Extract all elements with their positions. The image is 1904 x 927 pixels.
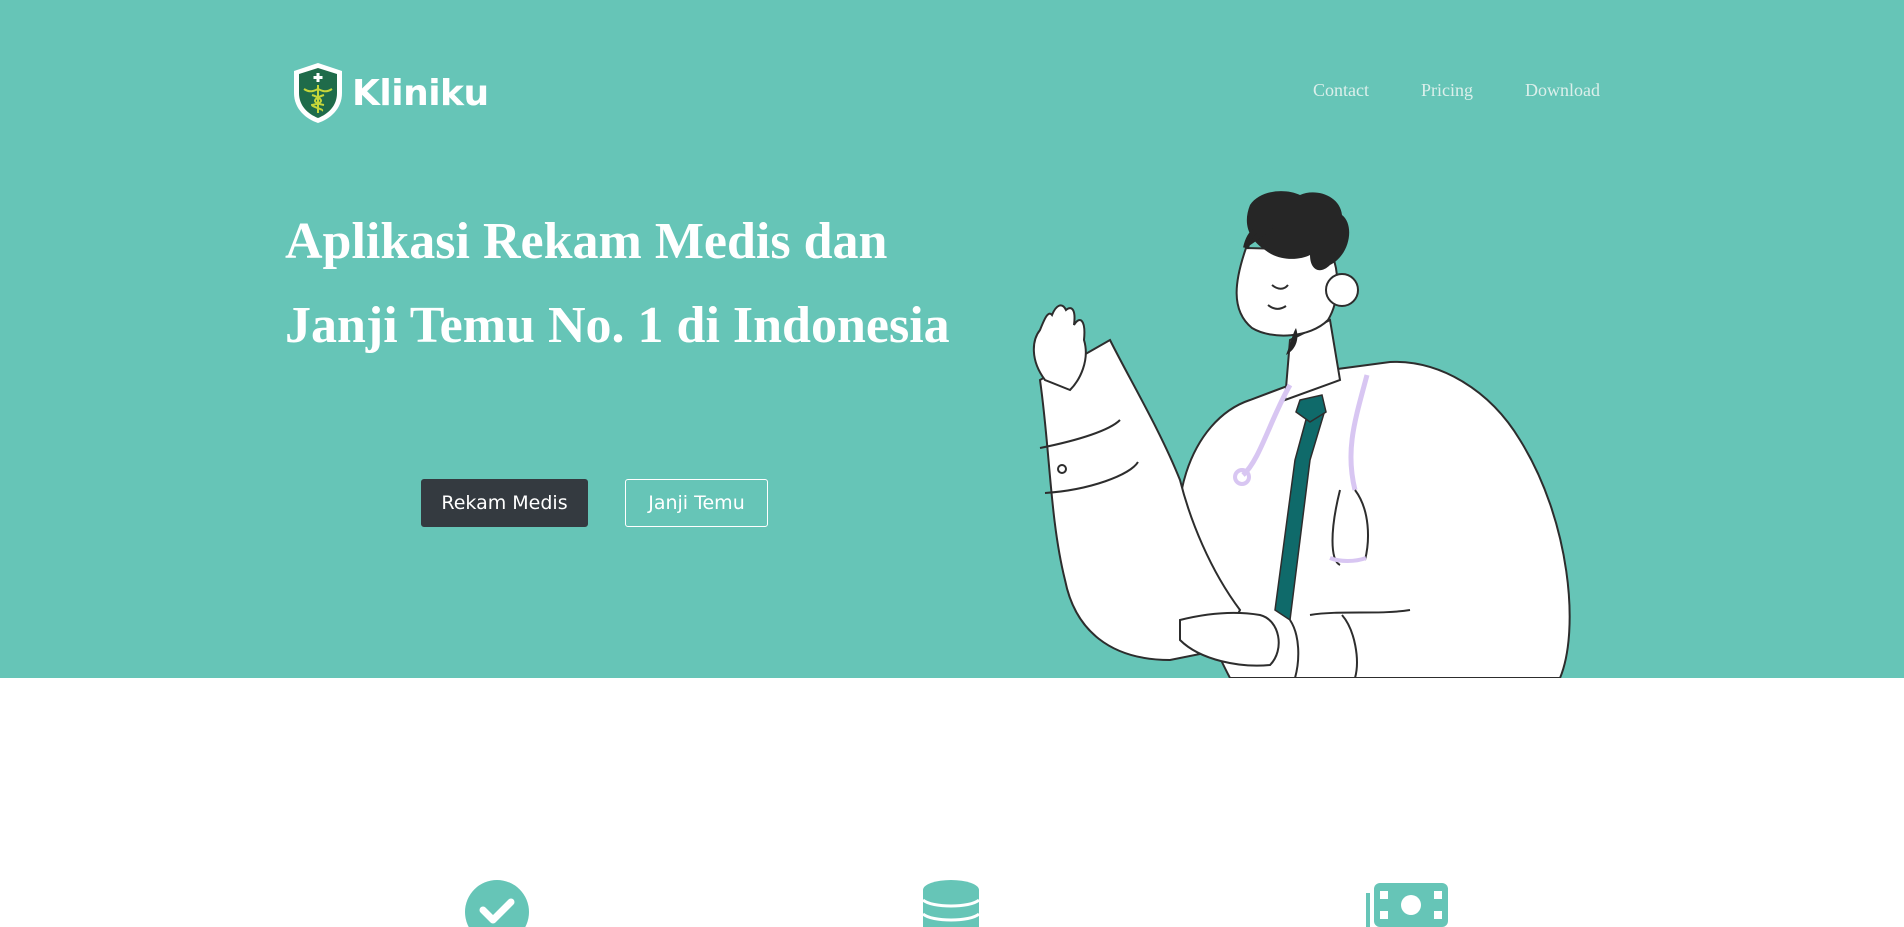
brand-name: Kliniku [352, 72, 489, 114]
rekam-medis-button[interactable]: Rekam Medis [421, 479, 588, 527]
nav-link-download[interactable]: Download [1525, 80, 1600, 101]
janji-temu-button[interactable]: Janji Temu [625, 479, 768, 527]
nav-links: Contact Pricing Download [1313, 80, 1600, 101]
caduceus-shield-icon [294, 63, 342, 123]
money-bill-icon [1366, 883, 1448, 927]
nav-link-pricing[interactable]: Pricing [1421, 80, 1473, 101]
hero-section: Kliniku Contact Pricing Download Aplikas… [0, 0, 1904, 678]
navbar: Kliniku Contact Pricing Download [290, 58, 1600, 128]
doctor-illustration [1032, 191, 1571, 678]
features-section [0, 678, 1904, 927]
nav-link-contact[interactable]: Contact [1313, 80, 1369, 101]
hero-title: Aplikasi Rekam Medis dan Janji Temu No. … [285, 213, 950, 354]
database-icon [922, 880, 980, 927]
check-circle-icon [465, 880, 529, 927]
brand[interactable]: Kliniku [290, 58, 489, 128]
